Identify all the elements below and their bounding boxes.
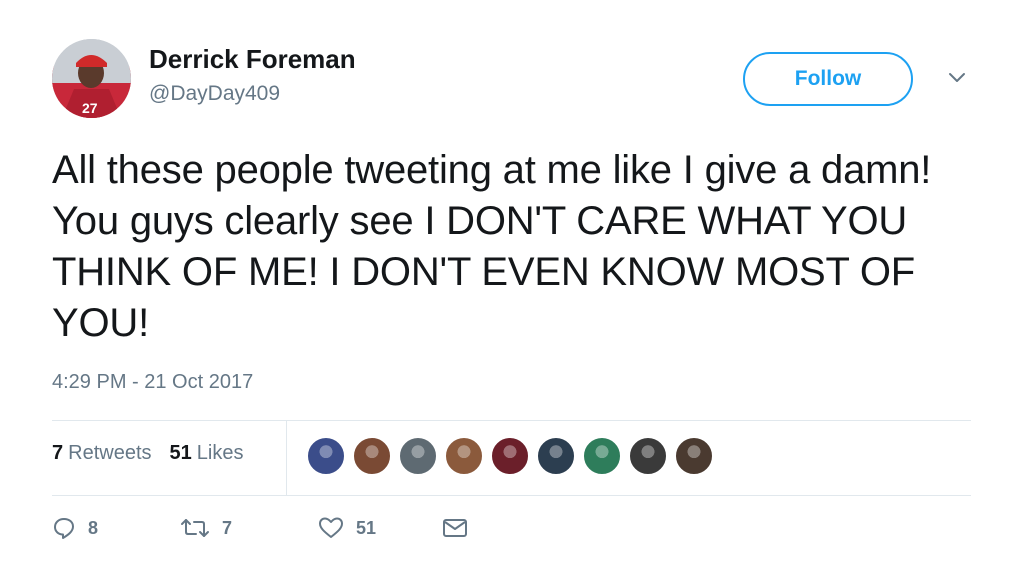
envelope-icon [442,517,468,539]
liker-avatars [306,436,720,476]
svg-text:27: 27 [82,100,98,116]
author-avatar[interactable]: 27 [52,39,131,118]
tweet-actions: 8 7 51 [52,516,468,540]
liker-avatar[interactable] [536,436,576,476]
likes-stat[interactable]: 51 Likes [170,442,244,465]
heart-icon [318,516,344,540]
like-count: 51 [356,517,377,538]
retweet-count: 7 [222,517,233,538]
retweet-button[interactable]: 7 [180,516,318,540]
retweet-icon [180,516,210,540]
tweet-timestamp[interactable]: 4:29 PM - 21 Oct 2017 [52,371,253,394]
author-handle[interactable]: @DayDay409 [149,82,280,106]
author-name[interactable]: Derrick Foreman [149,44,356,75]
liker-avatar[interactable] [398,436,438,476]
likes-count: 51 [169,442,192,464]
likes-label: Likes [196,442,244,464]
liker-avatar[interactable] [444,436,484,476]
tweet-text: All these people tweeting at me like I g… [52,148,932,345]
reply-icon [52,516,76,540]
liker-avatar[interactable] [352,436,392,476]
follow-button[interactable]: Follow [743,52,913,106]
liker-avatar[interactable] [628,436,668,476]
reply-button[interactable]: 8 [52,516,180,540]
direct-message-button[interactable] [442,517,468,539]
divider-bottom [52,495,971,496]
retweets-label: Retweets [68,442,152,464]
divider-top [52,420,971,421]
retweets-stat[interactable]: 7 Retweets [52,442,152,465]
liker-avatar[interactable] [674,436,714,476]
liker-avatar[interactable] [490,436,530,476]
retweets-count: 7 [52,442,64,464]
chevron-down-icon[interactable] [947,70,967,86]
liker-avatar[interactable] [582,436,622,476]
reply-count: 8 [88,517,99,538]
tweet-stats: 7 Retweets 51 Likes [52,442,243,465]
stats-separator [286,421,287,495]
like-button[interactable]: 51 [318,516,442,540]
liker-avatar[interactable] [306,436,346,476]
